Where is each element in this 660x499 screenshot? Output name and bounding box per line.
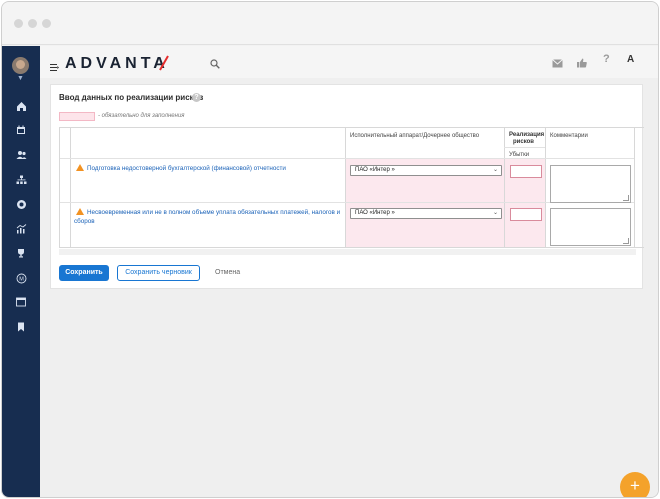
calendar-icon[interactable] — [12, 122, 30, 138]
save-draft-button[interactable]: Сохранить черновик — [117, 265, 200, 281]
thumbs-up-icon[interactable] — [577, 55, 587, 73]
risk-link[interactable]: Несвоевременная или не в полном объеме у… — [74, 208, 342, 226]
risk-table: Исполнительный аппарат/Дочернее общество… — [59, 127, 644, 248]
risk-link[interactable]: Подготовка недостоверной бухгалтерской (… — [87, 164, 342, 173]
title-bar — [2, 2, 658, 45]
m-icon-label: M — [19, 276, 24, 282]
risk-form-card: Ввод данных по реализации рисков ? - обя… — [50, 84, 644, 289]
table-divider — [634, 128, 635, 247]
app-window: ▼ M ADVANTA ? A Ввод данных по реализаци… — [1, 1, 659, 498]
save-button[interactable]: Сохранить — [59, 265, 109, 281]
calendar-grid-icon[interactable] — [12, 294, 30, 310]
user-avatar[interactable] — [12, 57, 29, 74]
column-header-losses: Убытки — [509, 152, 530, 158]
sidebar: ▼ M — [2, 46, 40, 497]
column-header-realization: Реализация — [509, 132, 545, 138]
table-divider — [60, 158, 634, 159]
window-dot — [28, 19, 37, 28]
advanta-logo[interactable]: ADVANTA — [65, 53, 185, 78]
chevron-down-icon: ⌄ — [492, 210, 498, 216]
m-icon[interactable]: M — [12, 270, 30, 286]
horizontal-scrollbar[interactable] — [59, 249, 636, 255]
analytics-icon[interactable] — [12, 221, 30, 237]
cancel-button[interactable]: Отмена — [215, 265, 240, 281]
org-select[interactable]: ПАО «Интер » ⌄ — [350, 165, 502, 176]
main-content: Ввод данных по реализации рисков ? - обя… — [40, 78, 658, 497]
add-fab-button[interactable]: + — [620, 472, 650, 497]
users-icon[interactable] — [12, 147, 30, 163]
column-header-realization-2: рисков — [513, 139, 534, 145]
page-title: Ввод данных по реализации рисков — [59, 93, 204, 102]
logo-text: ADVANTA — [65, 55, 169, 72]
window-dot — [14, 19, 23, 28]
search-icon[interactable] — [210, 56, 220, 74]
table-divider — [504, 128, 505, 247]
table-divider — [545, 128, 546, 247]
help-icon[interactable]: ? — [603, 53, 610, 65]
help-icon[interactable]: ? — [192, 93, 201, 102]
required-legend-text: - обязательно для заполнения — [98, 113, 185, 119]
table-divider — [504, 147, 545, 148]
warning-icon — [76, 164, 84, 171]
window-dot — [42, 19, 51, 28]
profile-initial-icon[interactable]: A — [627, 54, 634, 65]
comment-textarea[interactable] — [550, 165, 631, 203]
circle-icon[interactable] — [12, 196, 30, 212]
org-select[interactable]: ПАО «Интер » ⌄ — [350, 208, 502, 219]
required-legend-swatch — [59, 112, 95, 121]
losses-input[interactable] — [510, 208, 542, 221]
chevron-down-icon[interactable]: ▼ — [17, 75, 24, 82]
table-divider — [345, 128, 346, 247]
bookmark-icon[interactable] — [12, 319, 30, 335]
chevron-down-icon: ⌄ — [492, 167, 498, 173]
menu-icon[interactable] — [50, 58, 59, 76]
comment-textarea[interactable] — [550, 208, 631, 246]
top-bar: ADVANTA ? A — [40, 46, 658, 78]
column-header-comments: Комментарии — [550, 133, 588, 139]
org-select-value: ПАО «Интер » — [355, 167, 395, 173]
table-divider — [60, 202, 634, 203]
org-chart-icon[interactable] — [12, 172, 30, 188]
table-divider — [70, 128, 71, 247]
column-header-org: Исполнительный аппарат/Дочернее общество — [350, 133, 480, 139]
trophy-icon[interactable] — [12, 245, 30, 261]
mail-icon[interactable] — [552, 55, 563, 73]
org-select-value: ПАО «Интер » — [355, 210, 395, 216]
home-icon[interactable] — [12, 98, 30, 114]
losses-input[interactable] — [510, 165, 542, 178]
